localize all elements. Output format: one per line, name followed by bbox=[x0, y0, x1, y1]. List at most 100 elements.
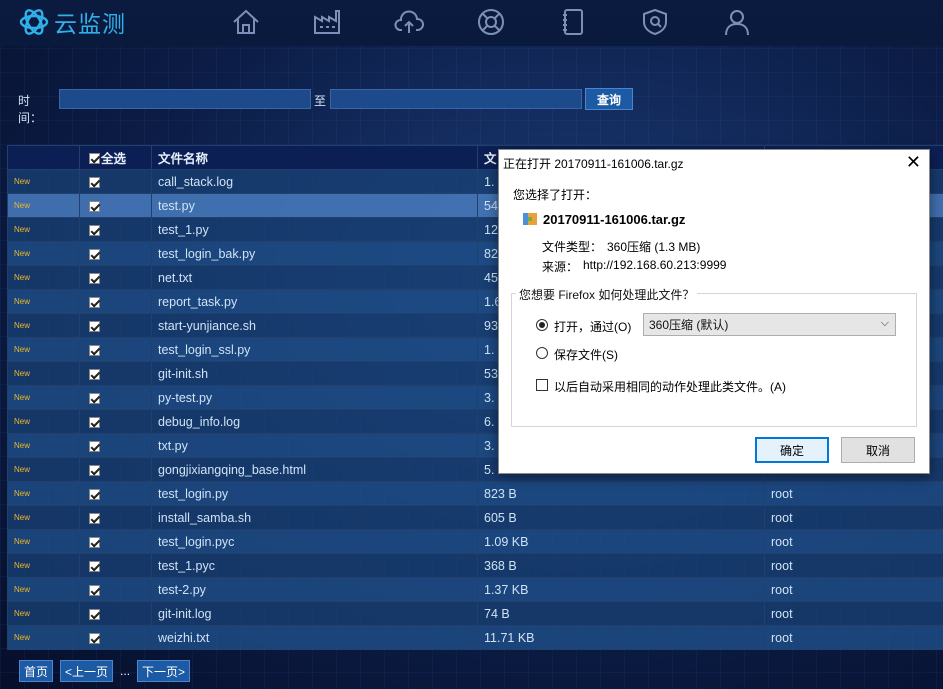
row-select-cell[interactable] bbox=[79, 457, 152, 482]
next-page-button[interactable]: 下一页> bbox=[137, 660, 191, 682]
save-file-radio[interactable] bbox=[536, 347, 548, 359]
row-checkbox[interactable] bbox=[89, 200, 100, 212]
nav-support[interactable] bbox=[474, 6, 508, 38]
row-select-cell[interactable] bbox=[79, 529, 152, 554]
file-name-cell[interactable]: test_login_bak.py bbox=[151, 241, 478, 266]
row-select-cell[interactable] bbox=[79, 601, 152, 626]
file-name-cell[interactable]: test_login.pyc bbox=[151, 529, 478, 554]
file-size-cell: 605 B bbox=[477, 505, 765, 530]
file-name-cell[interactable]: weizhi.txt bbox=[151, 625, 478, 650]
row-select-cell[interactable] bbox=[79, 625, 152, 650]
file-name-cell[interactable]: start-yunjiance.sh bbox=[151, 313, 478, 338]
file-name-cell[interactable]: debug_info.log bbox=[151, 409, 478, 434]
nav-security[interactable] bbox=[638, 6, 672, 38]
row-checkbox[interactable] bbox=[89, 440, 100, 452]
file-name-cell[interactable]: py-test.py bbox=[151, 385, 478, 410]
table-row[interactable]: New test_1.pyc 368 Broot bbox=[7, 553, 943, 578]
cloud-upload-icon bbox=[394, 10, 424, 33]
table-row[interactable]: New install_samba.sh 605 Broot bbox=[7, 505, 943, 530]
file-name-cell[interactable]: txt.py bbox=[151, 433, 478, 458]
row-select-cell[interactable] bbox=[79, 265, 152, 290]
table-row[interactable]: New git-init.log 74 Broot bbox=[7, 601, 943, 626]
auto-action-label[interactable]: 以后自动采用相同的动作处理此类文件。(A) bbox=[554, 378, 786, 395]
row-checkbox[interactable] bbox=[89, 560, 100, 572]
open-with-select[interactable]: 360压缩 (默认) ⌵ bbox=[643, 313, 896, 336]
cancel-button[interactable]: 取消 bbox=[841, 437, 915, 463]
table-row[interactable]: New test_login.py 823 Broot bbox=[7, 481, 943, 506]
row-checkbox[interactable] bbox=[89, 392, 100, 404]
row-checkbox[interactable] bbox=[89, 632, 100, 644]
file-name-cell[interactable]: test_1.py bbox=[151, 217, 478, 242]
nav-user[interactable] bbox=[720, 6, 754, 38]
auto-action-checkbox[interactable] bbox=[536, 379, 548, 391]
file-name-cell[interactable]: call_stack.log bbox=[151, 169, 478, 194]
end-time-input[interactable] bbox=[330, 89, 582, 109]
table-row[interactable]: New test-2.py 1.37 KB root bbox=[7, 577, 943, 602]
row-checkbox[interactable] bbox=[89, 512, 100, 524]
file-name-cell[interactable]: install_samba.sh bbox=[151, 505, 478, 530]
row-checkbox[interactable] bbox=[89, 416, 100, 428]
row-select-cell[interactable] bbox=[79, 313, 152, 338]
file-name-cell[interactable]: test_login.py bbox=[151, 481, 478, 506]
ok-button[interactable]: 确定 bbox=[755, 437, 829, 463]
row-select-cell[interactable] bbox=[79, 169, 152, 194]
row-checkbox[interactable] bbox=[89, 320, 100, 332]
header-select-all[interactable]: 全选 bbox=[79, 145, 152, 170]
nav-factory[interactable] bbox=[310, 6, 344, 38]
open-with-radio[interactable] bbox=[536, 319, 548, 331]
file-name-cell[interactable]: report_task.py bbox=[151, 289, 478, 314]
start-time-input[interactable] bbox=[59, 89, 311, 109]
row-select-cell[interactable] bbox=[79, 577, 152, 602]
lifebuoy-icon bbox=[478, 9, 504, 35]
file-name-cell[interactable]: git-init.log bbox=[151, 601, 478, 626]
close-icon[interactable]: ✕ bbox=[906, 152, 921, 172]
row-select-cell[interactable] bbox=[79, 289, 152, 314]
file-name-cell[interactable]: test-2.py bbox=[151, 577, 478, 602]
row-select-cell[interactable] bbox=[79, 193, 152, 218]
row-checkbox[interactable] bbox=[89, 344, 100, 356]
row-select-cell[interactable] bbox=[79, 361, 152, 386]
row-select-cell[interactable] bbox=[79, 481, 152, 506]
row-checkbox[interactable] bbox=[89, 536, 100, 548]
row-select-cell[interactable] bbox=[79, 409, 152, 434]
app-logo[interactable]: 云监测 bbox=[18, 5, 126, 39]
row-checkbox[interactable] bbox=[89, 296, 100, 308]
row-checkbox[interactable] bbox=[89, 272, 100, 284]
new-badge: New bbox=[7, 313, 80, 338]
row-select-cell[interactable] bbox=[79, 433, 152, 458]
row-checkbox[interactable] bbox=[89, 248, 100, 260]
row-checkbox[interactable] bbox=[89, 464, 100, 476]
nav-notebook[interactable] bbox=[556, 6, 590, 38]
first-page-button[interactable]: 首页 bbox=[19, 660, 54, 682]
new-badge: New bbox=[7, 625, 80, 650]
row-checkbox[interactable] bbox=[89, 488, 100, 500]
row-select-cell[interactable] bbox=[79, 217, 152, 242]
row-select-cell[interactable] bbox=[79, 505, 152, 530]
table-row[interactable]: New weizhi.txt 11.71 KB root bbox=[7, 625, 943, 650]
row-checkbox[interactable] bbox=[89, 176, 100, 188]
row-checkbox[interactable] bbox=[89, 224, 100, 236]
row-select-cell[interactable] bbox=[79, 385, 152, 410]
row-checkbox[interactable] bbox=[89, 368, 100, 380]
nav-home[interactable] bbox=[229, 6, 263, 38]
row-select-cell[interactable] bbox=[79, 241, 152, 266]
logo-icon bbox=[19, 9, 49, 35]
file-name-cell[interactable]: test_login_ssl.py bbox=[151, 337, 478, 362]
row-checkbox[interactable] bbox=[89, 608, 100, 620]
file-name-cell[interactable]: gongjixiangqing_base.html bbox=[151, 457, 478, 482]
row-select-cell[interactable] bbox=[79, 337, 152, 362]
file-name-cell[interactable]: net.txt bbox=[151, 265, 478, 290]
nav-cloud-upload[interactable] bbox=[392, 6, 426, 38]
row-select-cell[interactable] bbox=[79, 553, 152, 578]
file-name-cell[interactable]: git-init.sh bbox=[151, 361, 478, 386]
save-file-label[interactable]: 保存文件(S) bbox=[554, 346, 618, 363]
select-all-checkbox[interactable] bbox=[89, 153, 100, 164]
table-row[interactable]: New test_login.pyc 1.09 KB root bbox=[7, 529, 943, 554]
file-name-cell[interactable]: test_1.pyc bbox=[151, 553, 478, 578]
header-file-name[interactable]: 文件名称 bbox=[151, 145, 478, 170]
open-with-label[interactable]: 打开，通过(O) bbox=[554, 318, 631, 335]
row-checkbox[interactable] bbox=[89, 584, 100, 596]
query-button[interactable]: 查询 bbox=[585, 88, 633, 110]
prev-page-button[interactable]: <上一页 bbox=[60, 660, 114, 682]
file-name-cell[interactable]: test.py bbox=[151, 193, 478, 218]
